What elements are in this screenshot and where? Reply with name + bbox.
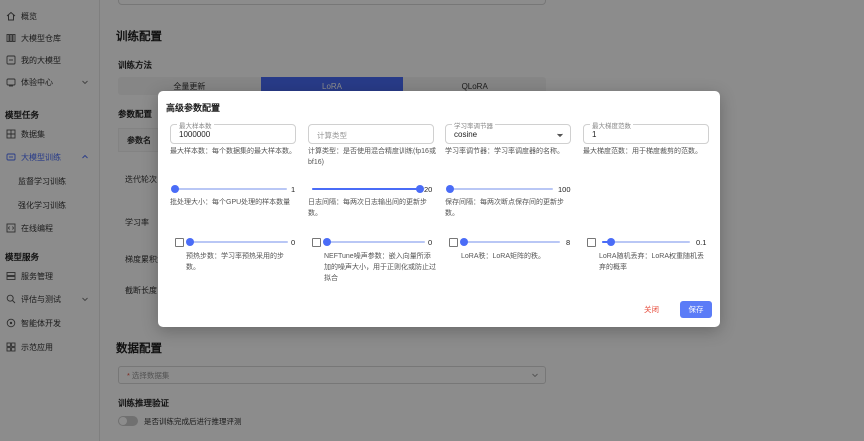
lora-dropout-slider[interactable] bbox=[602, 237, 690, 247]
neftune-checkbox[interactable] bbox=[312, 238, 321, 247]
slider-thumb[interactable] bbox=[606, 238, 615, 246]
warmup-steps-desc: 预热步数：学习率预热采用的步数。 bbox=[186, 253, 284, 271]
lora-rank-desc: LoRA秩：LoRA矩阵的秩。 bbox=[461, 253, 546, 260]
max-samples-field[interactable]: 最大样本数 1000000 bbox=[170, 120, 296, 144]
save-button[interactable]: 保存 bbox=[680, 301, 712, 318]
field-value: 1000000 bbox=[179, 130, 211, 139]
warmup-steps-value: 0 bbox=[291, 238, 296, 247]
compute-type-desc: 计算类型：是否使用混合精度训练(fp16或bf16) bbox=[308, 148, 436, 166]
batch-size-slider[interactable] bbox=[171, 184, 287, 194]
close-button[interactable]: 关闭 bbox=[644, 304, 659, 315]
save-steps-value: 100 bbox=[558, 185, 571, 194]
batch-size-value: 1 bbox=[291, 185, 296, 194]
batch-size-desc: 批处理大小：每个GPU处理的样本数量 bbox=[170, 199, 291, 206]
field-value: cosine bbox=[454, 130, 478, 139]
lora-dropout-value: 0.1 bbox=[696, 238, 707, 247]
compute-type-select[interactable]: 计算类型 bbox=[308, 124, 434, 144]
save-steps-slider[interactable] bbox=[446, 184, 553, 194]
max-samples-desc: 最大样本数：每个数据集的最大样本数。 bbox=[170, 148, 296, 155]
field-label: 最大样本数 bbox=[177, 120, 214, 130]
lora-dropout-desc: LoRA随机丢弃：LoRA权重随机丢弃的概率 bbox=[599, 253, 705, 271]
lora-dropout-checkbox[interactable] bbox=[587, 238, 596, 247]
slider-thumb[interactable] bbox=[446, 185, 454, 193]
warmup-checkbox[interactable] bbox=[175, 238, 184, 247]
lora-rank-value: 8 bbox=[566, 238, 571, 247]
warmup-steps-slider[interactable] bbox=[186, 237, 288, 247]
neftune-desc: NEFTune噪声参数：嵌入向量所添加的噪声大小，用于正则化或防止过拟合 bbox=[324, 253, 436, 282]
field-label: 学习率调节器 bbox=[452, 120, 495, 130]
logging-steps-slider[interactable] bbox=[312, 184, 424, 194]
save-steps-desc: 保存间隔：每两次断点保存间的更新步数。 bbox=[445, 199, 564, 217]
field-label: 最大梯度范数 bbox=[590, 120, 633, 130]
lora-rank-slider[interactable] bbox=[460, 237, 560, 247]
advanced-params-modal: 高级参数配置 最大样本数 1000000 最大样本数：每个数据集的最大样本数。 … bbox=[158, 91, 720, 327]
slider-thumb[interactable] bbox=[186, 238, 194, 246]
slider-thumb[interactable] bbox=[323, 238, 331, 246]
logging-steps-value: 20 bbox=[424, 185, 433, 194]
logging-steps-desc: 日志间隔：每两次日志输出间的更新步数。 bbox=[308, 199, 427, 217]
modal-title: 高级参数配置 bbox=[166, 103, 221, 113]
slider-thumb[interactable] bbox=[416, 185, 424, 193]
max-grad-norm-desc: 最大梯度范数：用于梯度裁剪的范数。 bbox=[583, 148, 702, 155]
lr-scheduler-desc: 学习率调节器：学习率调度器的名称。 bbox=[445, 148, 564, 155]
lora-rank-checkbox[interactable] bbox=[449, 238, 458, 247]
max-grad-norm-field[interactable]: 最大梯度范数 1 bbox=[583, 120, 709, 144]
neftune-slider[interactable] bbox=[323, 237, 425, 247]
slider-thumb[interactable] bbox=[171, 185, 179, 193]
slider-thumb[interactable] bbox=[460, 238, 468, 246]
field-placeholder: 计算类型 bbox=[317, 131, 347, 140]
chevron-down-icon bbox=[556, 131, 564, 139]
neftune-value: 0 bbox=[428, 238, 433, 247]
lr-scheduler-select[interactable]: 学习率调节器 cosine bbox=[445, 120, 571, 144]
field-value: 1 bbox=[592, 130, 597, 139]
